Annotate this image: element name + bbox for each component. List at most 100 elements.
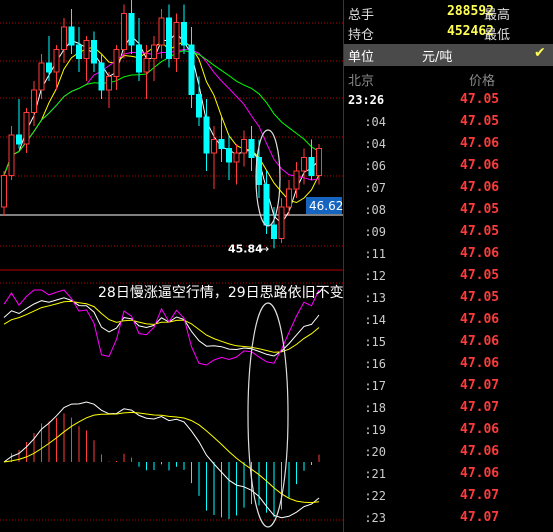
tick-price: 47.07 <box>460 510 500 525</box>
candle-body <box>53 49 60 73</box>
macd-line <box>3 401 320 519</box>
tick-row: 23:26 47.05 <box>344 89 553 111</box>
candle-body <box>196 94 202 118</box>
tick-row: :14 47.06 <box>344 309 553 331</box>
candle-body <box>301 157 307 172</box>
candle-body <box>233 152 240 163</box>
tick-row: :06 47.06 <box>344 155 553 177</box>
candle-body <box>1 175 7 208</box>
tick-price: 47.05 <box>460 202 500 217</box>
candle-body <box>128 13 135 46</box>
unit-row[interactable]: 单位 元/吨 ✔ <box>344 44 553 66</box>
tick-price: 47.07 <box>460 488 500 503</box>
candle-body <box>106 76 112 91</box>
tick-price: 47.06 <box>460 422 500 437</box>
tick-price: 47.05 <box>460 114 500 129</box>
check-icon: ✔ <box>534 45 546 61</box>
price-chart[interactable]: 45.84 → 46.62 <box>0 0 343 532</box>
tick-time: :15 <box>364 335 386 349</box>
tick-time: :13 <box>364 291 386 305</box>
tick-row: :18 47.07 <box>344 397 553 419</box>
tick-list: 23:26 47.05 :04 47.05 :04 47.06:06 47.06:07 47.… <box>344 89 553 529</box>
tick-row: :08 47.05 <box>344 199 553 221</box>
low-price-arrow: → <box>260 242 269 255</box>
tick-time: :04 <box>364 137 386 151</box>
candle-body <box>203 116 210 154</box>
tick-price: 47.06 <box>460 136 500 151</box>
candle-body <box>286 188 292 208</box>
tick-price: 47.06 <box>460 180 500 195</box>
tick-row: :13 47.05 <box>344 287 553 309</box>
tick-time: :22 <box>364 489 386 503</box>
tick-price: 47.06 <box>460 246 500 261</box>
tick-price: 47.05 <box>460 268 500 283</box>
tick-row: :21 47.06 <box>344 463 553 485</box>
candle-body <box>121 13 127 50</box>
tick-price: 47.05 <box>460 224 500 239</box>
candle-body <box>68 26 75 46</box>
candle-body <box>46 62 52 73</box>
tick-row: :12 47.05 <box>344 265 553 287</box>
low-price-label: 45.84 <box>228 242 263 255</box>
tick-time: :20 <box>364 445 386 459</box>
candle-body <box>308 157 315 176</box>
tick-time: :12 <box>364 269 386 283</box>
tick-price: 47.06 <box>460 356 500 371</box>
total-volume-label: 总手 <box>348 8 375 23</box>
tick-row: :17 47.07 <box>344 375 553 397</box>
open-interest-label: 持仓 <box>348 28 375 43</box>
candle-body <box>61 26 67 50</box>
unit-value: 元/吨 <box>422 50 453 65</box>
tick-time: :11 <box>364 247 386 261</box>
tick-row: :11 47.06 <box>344 243 553 265</box>
candle-body <box>158 17 165 46</box>
candle-body <box>271 224 277 239</box>
tick-row: :04 47.06 <box>344 133 553 155</box>
candle-body <box>248 139 255 158</box>
candle-body <box>16 134 22 145</box>
tick-price: 47.06 <box>460 444 500 459</box>
total-volume-value: 288592 <box>447 4 494 19</box>
tick-row: :20 47.06 <box>344 441 553 463</box>
candle-body <box>38 62 45 91</box>
candle-body <box>8 134 15 176</box>
candle-body <box>91 40 97 64</box>
candle-body <box>211 139 217 154</box>
candle-body <box>83 40 90 59</box>
tick-price: 47.07 <box>460 400 500 415</box>
tick-price: 47.06 <box>460 312 500 327</box>
candle-body <box>31 89 37 113</box>
time-column-header: 北京 <box>348 74 375 89</box>
open-interest-row: 持仓 452462 最低 <box>344 23 553 43</box>
tick-time: :08 <box>364 203 386 217</box>
tick-row: :16 47.06 <box>344 353 553 375</box>
tick-row: :07 47.06 <box>344 177 553 199</box>
current-price-label: 46.62 <box>309 199 343 213</box>
candle-body <box>263 184 270 226</box>
quote-panel: 总手 288592 最高 持仓 452462 最低 单位 元/吨 ✔ 北京 价格… <box>343 0 553 532</box>
candle-body <box>316 148 322 176</box>
high-label: 最高 <box>484 8 511 23</box>
tick-row: :22 47.07 <box>344 485 553 507</box>
price-column-header: 价格 <box>469 74 496 89</box>
open-interest-value: 452462 <box>447 24 494 39</box>
tick-time: :23 <box>364 511 386 525</box>
tick-time: :14 <box>364 313 386 327</box>
tick-price: 47.05 <box>460 92 500 107</box>
tick-header: 北京 价格 <box>344 68 553 89</box>
tick-price: 47.06 <box>460 334 500 349</box>
macd-indicator <box>3 401 320 520</box>
low-label: 最低 <box>484 28 511 43</box>
tick-row: :23 47.07 <box>344 507 553 529</box>
tick-time: :21 <box>364 467 386 481</box>
total-volume-row: 总手 288592 最高 <box>344 3 553 23</box>
tick-time: :18 <box>364 401 386 415</box>
tick-time: :17 <box>364 379 386 393</box>
candle-body <box>278 206 285 239</box>
moving-average-lines <box>3 32 320 225</box>
tick-price: 47.07 <box>460 378 500 393</box>
candle-body <box>23 112 30 145</box>
kdj-line <box>3 297 320 357</box>
candle-body <box>143 58 150 73</box>
macd-line <box>3 411 320 504</box>
